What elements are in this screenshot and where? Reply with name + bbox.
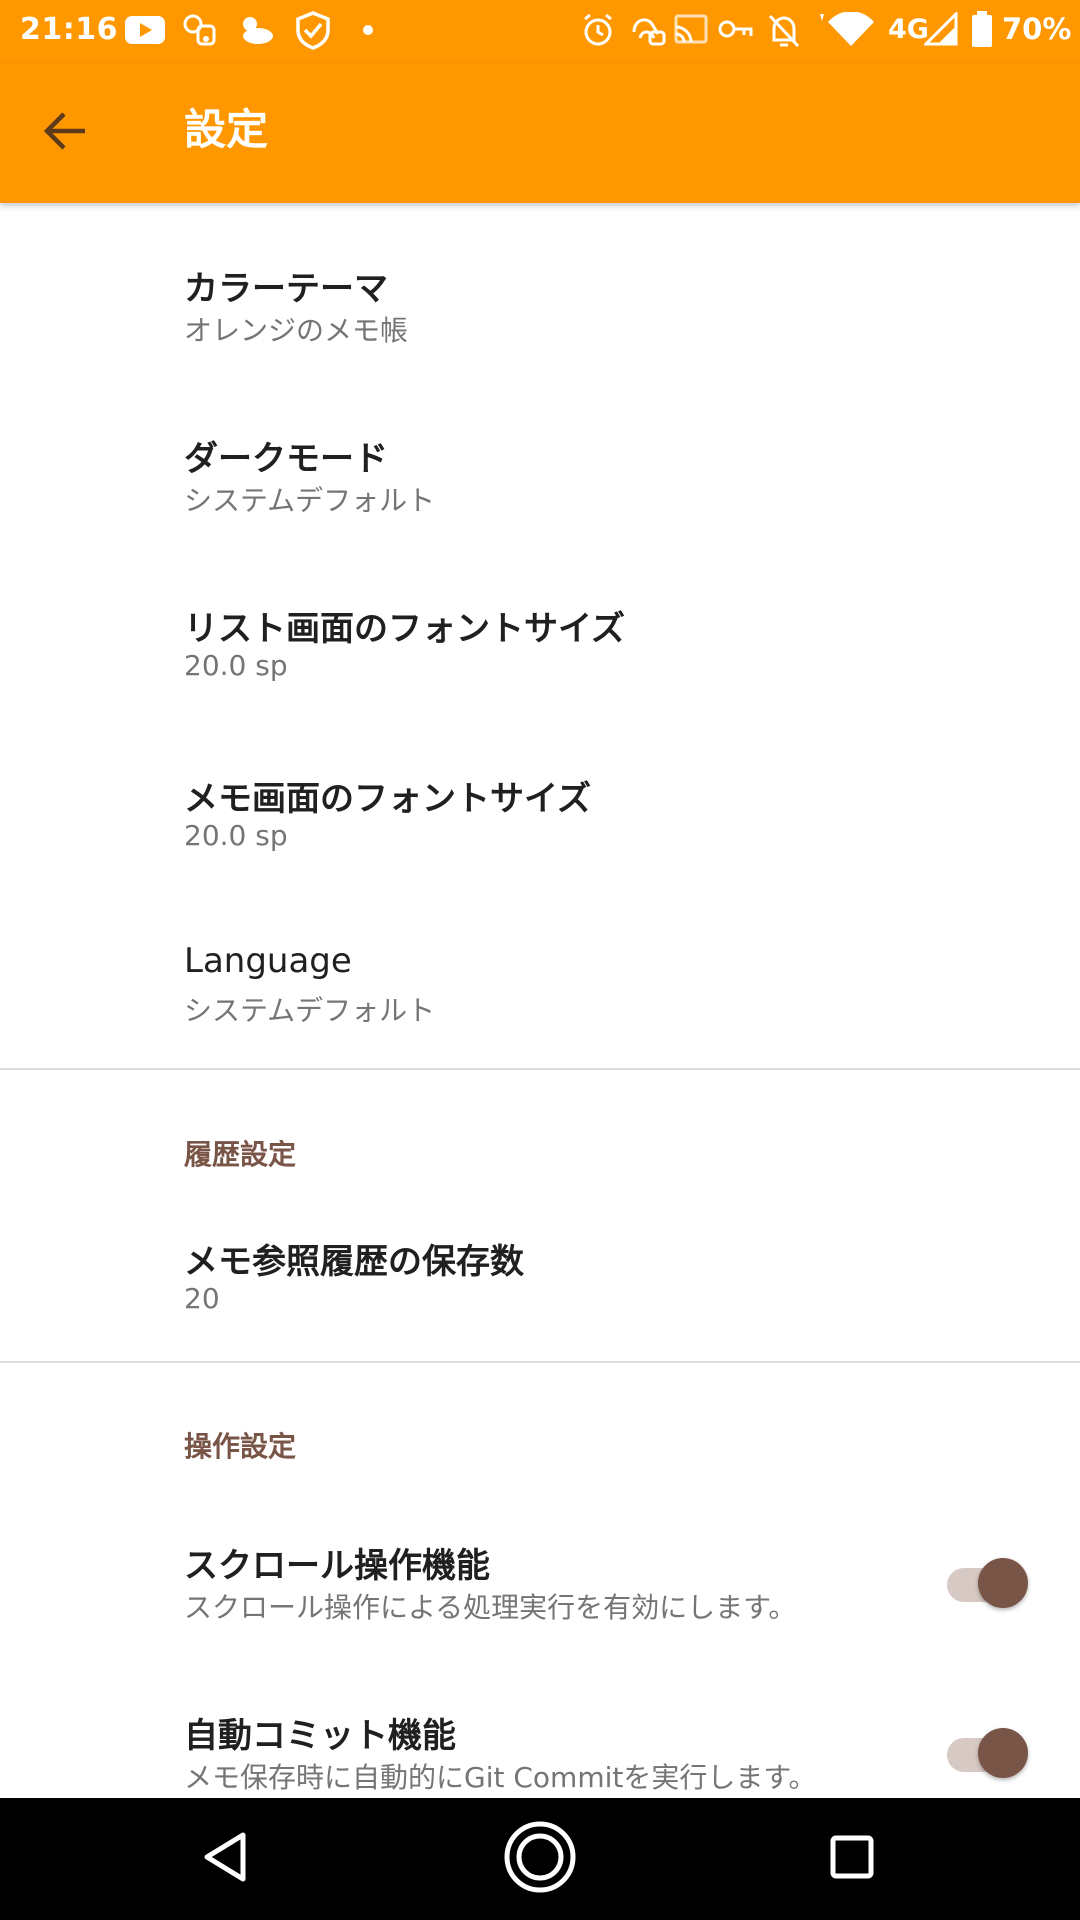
pref-list-font-size[interactable]: リスト画面のフォントサイズ 20.0 sp: [0, 593, 1080, 703]
section-divider: [0, 1361, 1080, 1363]
bell-off-icon: [766, 12, 802, 50]
home-circle-icon: [502, 1819, 578, 1899]
battery-percent: 70%: [1002, 12, 1072, 46]
pref-language[interactable]: Language システムデフォルト: [0, 933, 1080, 1043]
pref-title: Language: [184, 941, 352, 981]
pref-title: 自動コミット機能: [184, 1716, 456, 1756]
nav-home-button[interactable]: [500, 1819, 580, 1899]
pref-auto-commit[interactable]: 自動コミット機能 メモ保存時に自動的にGit Commitを実行します。: [0, 1700, 1080, 1798]
pref-summary: メモ保存時に自動的にGit Commitを実行します。: [184, 1761, 817, 1794]
settings-list: カラーテーマ オレンジのメモ帳 ダークモード システムデフォルト リスト画面のフ…: [0, 203, 1080, 1798]
pref-dark-mode[interactable]: ダークモード システムデフォルト: [0, 423, 1080, 533]
pref-summary: 20: [184, 1282, 220, 1315]
pref-color-theme[interactable]: カラーテーマ オレンジのメモ帳: [0, 253, 1080, 363]
page-title: 設定: [184, 105, 269, 154]
vpn-key-icon: [718, 16, 754, 42]
section-divider: [0, 1068, 1080, 1070]
recents-square-icon: [829, 1834, 875, 1884]
app-bar: 設定: [0, 63, 1080, 203]
auto-commit-switch[interactable]: [940, 1724, 1030, 1780]
pref-title: ダークモード: [184, 439, 388, 479]
category-history: 履歴設定: [184, 1138, 297, 1171]
battery-icon: [970, 10, 994, 48]
pref-title: メモ画面のフォントサイズ: [184, 779, 591, 819]
nfc-icon: [628, 12, 668, 48]
weather-cloud-icon: [238, 14, 276, 46]
pref-summary: システムデフォルト: [184, 484, 436, 517]
status-time: 21:16: [20, 12, 118, 47]
cast-icon: [672, 12, 710, 48]
pref-summary: 20.0 sp: [184, 819, 288, 852]
pref-memo-font-size[interactable]: メモ画面のフォントサイズ 20.0 sp: [0, 763, 1080, 873]
signal-icon: [924, 12, 958, 46]
dot-icon: [362, 24, 374, 36]
pref-title: リスト画面のフォントサイズ: [184, 609, 625, 649]
pref-title: スクロール操作機能: [184, 1546, 490, 1586]
switch-thumb: [978, 1558, 1028, 1608]
nav-back-button[interactable]: [186, 1819, 266, 1899]
pref-history-count[interactable]: メモ参照履歴の保存数 20: [0, 1226, 1080, 1336]
pref-summary: オレンジのメモ帳: [184, 314, 409, 347]
pref-summary: スクロール操作による処理実行を有効にします。: [184, 1591, 797, 1624]
pref-summary: システムデフォルト: [184, 994, 436, 1027]
back-triangle-icon: [201, 1830, 251, 1888]
weather-icon: [180, 12, 220, 48]
category-operation: 操作設定: [184, 1430, 297, 1463]
pref-summary: 20.0 sp: [184, 649, 288, 682]
nav-recents-button[interactable]: [812, 1819, 892, 1899]
back-button[interactable]: [30, 98, 100, 168]
network-type: 4G: [888, 14, 929, 45]
pref-title: メモ参照履歴の保存数: [184, 1242, 524, 1282]
alarm-icon: [580, 12, 616, 48]
scroll-operation-switch[interactable]: [940, 1554, 1030, 1610]
switch-thumb: [978, 1728, 1028, 1778]
pref-scroll-operation[interactable]: スクロール操作機能 スクロール操作による処理実行を有効にします。: [0, 1530, 1080, 1640]
wifi-icon: [820, 12, 876, 48]
arrow-back-icon: [43, 111, 87, 155]
shield-check-icon: [294, 10, 332, 50]
navigation-bar: [0, 1798, 1080, 1920]
status-bar: 21:16 4G 70%: [0, 0, 1080, 63]
pref-title: カラーテーマ: [184, 269, 388, 309]
youtube-icon: [124, 14, 166, 46]
